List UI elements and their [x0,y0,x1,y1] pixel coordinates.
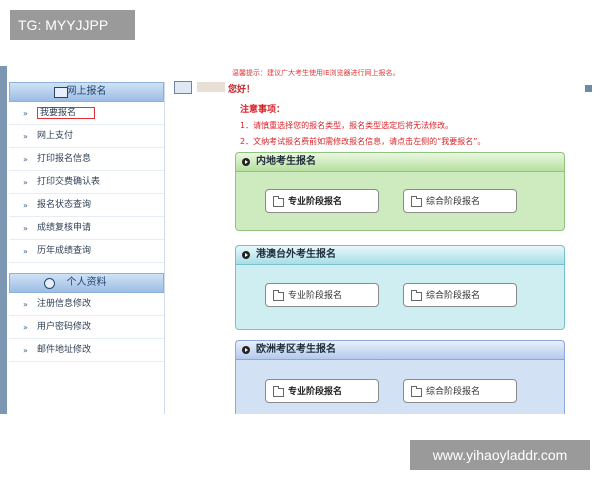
corner-icon[interactable] [585,85,592,92]
professional-stage-button[interactable]: 专业阶段报名 [265,283,379,307]
panel-hk-macao-taiwan: 港澳台外考生报名 专业阶段报名 综合阶段报名 [235,245,565,330]
sidebar-item-print-info[interactable]: » 打印报名信息 [9,148,164,171]
sidebar-item-status-query[interactable]: » 报名状态查询 [9,194,164,217]
folder-icon [411,196,422,207]
folder-icon [273,290,284,301]
panel-header: 港澳台外考生报名 [236,246,564,265]
sidebar: 网上报名 » 我要报名 » 网上支付 » 打印报名信息 » 打印交费确认表 » 报名状态查… [9,82,165,414]
arrow-circle-icon [242,346,250,354]
greeting: 您好！ [228,85,256,95]
panel-europe: 欧洲考区考生报名 专业阶段报名 综合阶段报名 [235,340,565,414]
comprehensive-stage-button[interactable]: 综合阶段报名 [403,189,517,213]
panel-mainland: 内地考生报名 专业阶段报名 综合阶段报名 [235,152,565,231]
top-notice: 温馨提示：建议广大考生使用IE浏览器进行网上报名。 [232,69,400,77]
folder-icon [273,196,284,207]
notes-title: 注意事项： [240,105,286,115]
professional-stage-button[interactable]: 专业阶段报名 [265,379,379,403]
monitor-icon [54,87,68,98]
sidebar-section-personal: 个人资料 [9,273,164,293]
sidebar-item-history-scores[interactable]: » 历年成绩查询 [9,240,164,263]
folder-icon [411,290,422,301]
arrow-icon: » [23,109,28,118]
arrow-icon: » [23,247,28,256]
section-title: 网上报名 [66,86,107,97]
arrow-icon: » [23,300,28,309]
sidebar-item-register[interactable]: » 我要报名 [9,102,164,125]
watermark-bottom: www.yihaoyladdr.com [410,440,590,470]
arrow-circle-icon [242,158,250,166]
arrow-circle-icon [242,251,250,259]
arrow-icon: » [23,346,28,355]
user-icon [44,278,55,289]
arrow-icon: » [23,224,28,233]
sidebar-section-online-registration: 网上报名 [9,82,164,102]
arrow-icon: » [23,201,28,210]
browser-viewport: 温馨提示：建议广大考生使用IE浏览器进行网上报名。 您好！ 网上报名 » 我要报名… [0,66,600,414]
arrow-icon: » [23,323,28,332]
arrow-icon: » [23,132,28,141]
comprehensive-stage-button[interactable]: 综合阶段报名 [403,379,517,403]
sidebar-item-change-password[interactable]: » 用户密码修改 [9,316,164,339]
page-icon [174,81,192,94]
panel-header: 欧洲考区考生报名 [236,341,564,360]
sidebar-item-change-email[interactable]: » 邮件地址修改 [9,339,164,362]
arrow-icon: » [23,155,28,164]
note-line-2: 2．文纳考试报名费前如需修改报名信息，请点击左侧的“我要报名”。 [240,137,486,146]
professional-stage-button[interactable]: 专业阶段报名 [265,189,379,213]
arrow-icon: » [23,178,28,187]
watermark-top: TG: MYYJJPP [10,10,135,40]
left-frame-bar [0,66,7,414]
sidebar-item-print-receipt[interactable]: » 打印交费确认表 [9,171,164,194]
sidebar-item-edit-registration[interactable]: » 注册信息修改 [9,293,164,316]
comprehensive-stage-button[interactable]: 综合阶段报名 [403,283,517,307]
panel-header: 内地考生报名 [236,153,564,172]
folder-icon [273,386,284,397]
sidebar-item-online-payment[interactable]: » 网上支付 [9,125,164,148]
blurred-username [197,82,225,92]
note-line-1: 1．请慎重选择您的报名类型，报名类型选定后将无法修改。 [240,121,454,130]
section-title: 个人资料 [66,277,107,288]
sidebar-item-score-review[interactable]: » 成绩复核申请 [9,217,164,240]
folder-icon [411,386,422,397]
